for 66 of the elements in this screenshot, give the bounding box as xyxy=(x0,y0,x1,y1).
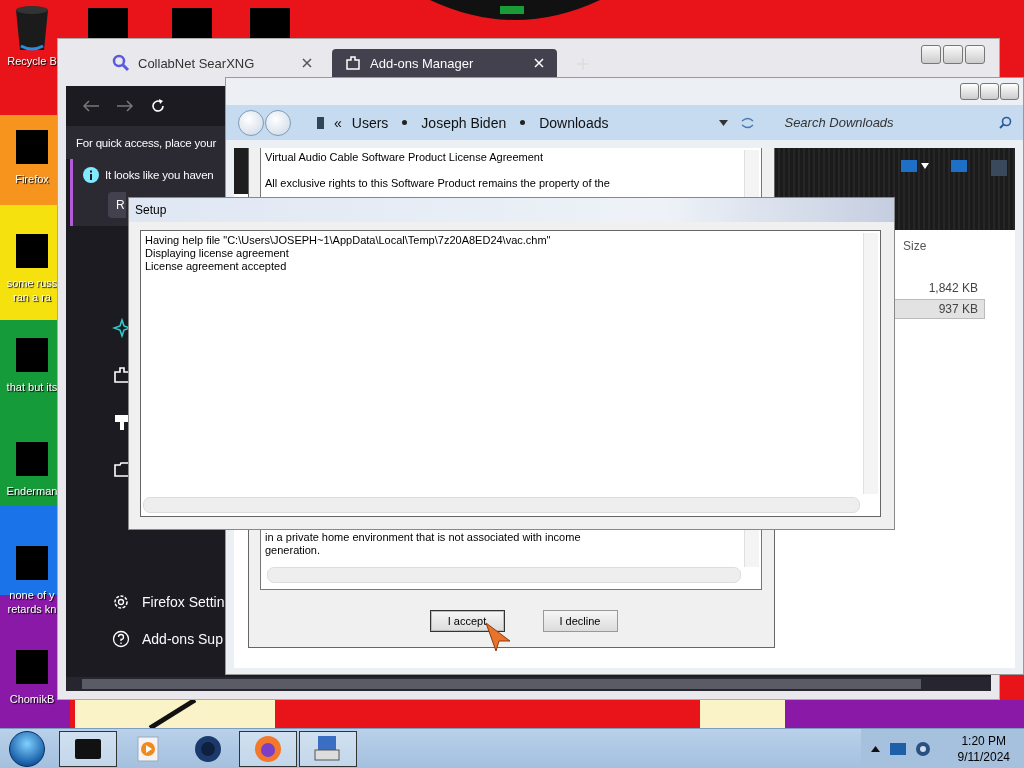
log-line: Having help file "C:\Users\JOSEPH~1\AppData\Local\Temp\7z20A8ED24\vac.chm" xyxy=(145,234,552,247)
decline-button[interactable]: I decline xyxy=(542,610,618,632)
icon-label: ChomikB xyxy=(9,692,55,706)
dropdown-icon[interactable] xyxy=(921,163,929,169)
notice-text: It looks like you haven xyxy=(105,169,214,181)
minimize-button[interactable] xyxy=(921,45,941,64)
icon-label: retards kn xyxy=(7,602,57,616)
icon-label: ran a ra xyxy=(13,290,51,304)
icon-label: Recycle B xyxy=(7,54,57,68)
phone-icon xyxy=(316,115,325,130)
clock-time[interactable]: 1:20 PM xyxy=(961,732,1007,749)
breadcrumb-item[interactable]: Users xyxy=(351,114,389,131)
separator-icon xyxy=(520,120,526,125)
close-icon[interactable] xyxy=(301,57,313,69)
sidebar-link[interactable]: Add-ons Sup xyxy=(142,631,223,647)
forward-icon[interactable] xyxy=(116,99,134,113)
breadcrumb-chevron[interactable]: « xyxy=(334,114,342,131)
speaker-icon[interactable] xyxy=(915,740,930,757)
license-text: All exclusive rights to this Software Product remains the property of the xyxy=(265,177,611,190)
file-size-cell-text: 1,842 KB xyxy=(927,280,979,297)
license-text: generation. xyxy=(265,544,322,557)
close-button[interactable] xyxy=(965,45,985,64)
log-line: License agreement accepted xyxy=(145,260,288,273)
icon-label: Firefox xyxy=(15,172,49,186)
browser-tab[interactable]: CollabNet SearXNG xyxy=(100,49,325,77)
maximize-button[interactable] xyxy=(943,45,963,64)
forward-button[interactable] xyxy=(265,109,291,136)
bookmarks-hint: For quick access, place your xyxy=(76,136,217,149)
info-icon xyxy=(83,167,99,183)
column-header[interactable]: Size xyxy=(903,239,927,253)
close-button[interactable] xyxy=(1000,83,1019,100)
vertical-scrollbar[interactable] xyxy=(863,233,878,494)
start-button[interactable] xyxy=(9,730,45,767)
search-icon xyxy=(999,116,1013,129)
horizontal-scrollbar[interactable] xyxy=(267,567,741,583)
horizontal-scrollbar[interactable] xyxy=(143,497,860,513)
window-title: Setup xyxy=(135,203,167,217)
icon-label: that but its xyxy=(6,380,58,394)
gear-icon[interactable] xyxy=(112,593,130,611)
search-field[interactable]: Search Downloads xyxy=(784,115,965,130)
clock-date[interactable]: 9/11/2024 xyxy=(957,748,1010,765)
icon-label: none of y xyxy=(9,588,55,602)
display-icon[interactable] xyxy=(889,742,906,755)
back-icon[interactable] xyxy=(82,99,100,113)
license-text: Virtual Audio Cable Software Product License Agreement xyxy=(265,151,545,164)
back-button[interactable] xyxy=(238,109,264,136)
puzzle-icon xyxy=(344,54,362,72)
notice-button[interactable]: R xyxy=(108,192,126,218)
minimize-button[interactable] xyxy=(960,83,979,100)
horizontal-scrollbar[interactable] xyxy=(66,677,991,691)
log-line: Displaying license agreement xyxy=(145,247,290,260)
accept-button[interactable]: I accept xyxy=(429,610,505,632)
search-icon xyxy=(112,54,130,72)
reload-icon[interactable] xyxy=(150,98,166,114)
up-arrow-icon[interactable] xyxy=(870,745,880,752)
browser-tab[interactable]: Add-ons Manager xyxy=(332,49,557,77)
breadcrumb-item[interactable]: Downloads xyxy=(539,114,609,131)
license-text: in a private home environment that is not associated with income xyxy=(265,531,582,544)
icon-label: some russ xyxy=(6,276,58,290)
maximize-button[interactable] xyxy=(980,83,999,100)
refresh-icon[interactable] xyxy=(740,115,757,130)
icon-label: Enderman xyxy=(6,484,58,498)
cursor-icon xyxy=(484,621,512,653)
sidebar-link[interactable]: Firefox Settin xyxy=(142,594,225,610)
separator-icon xyxy=(402,120,408,125)
breadcrumb-item[interactable]: Joseph Biden xyxy=(421,114,507,131)
